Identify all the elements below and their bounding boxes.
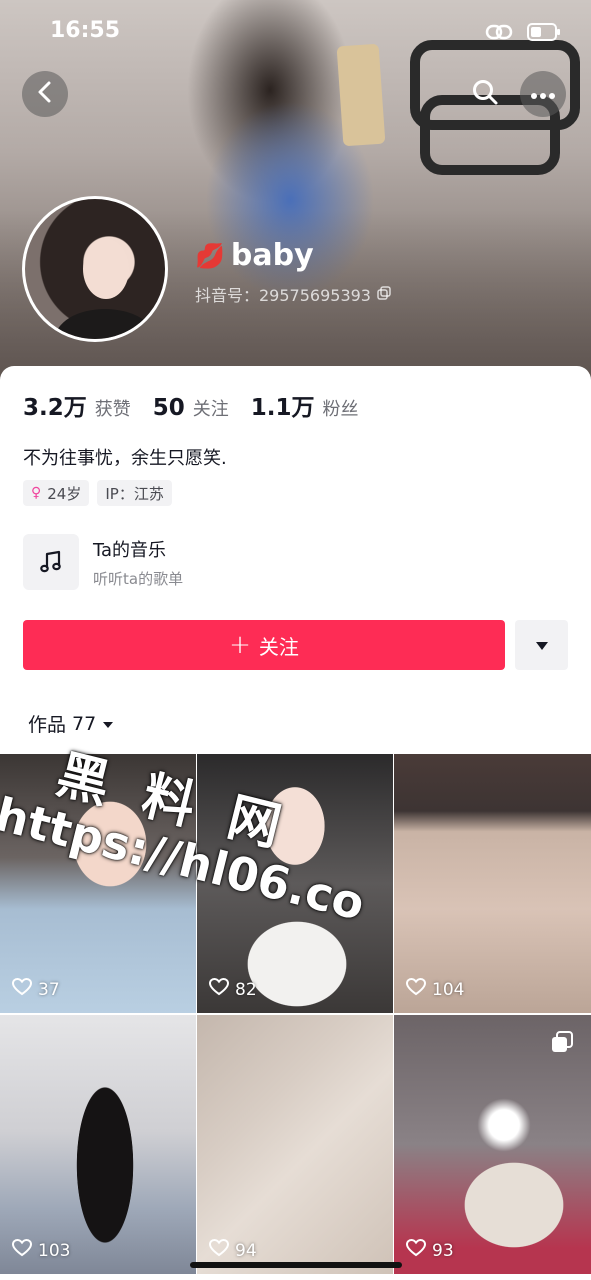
- tab-works-label: 作品: [28, 714, 67, 736]
- video-thumbnail[interactable]: 82: [197, 754, 393, 1013]
- douyin-id-text: 抖音号：29575695393: [195, 286, 371, 305]
- like-count-text: 94: [235, 1240, 257, 1261]
- caret-down-icon: [102, 714, 114, 733]
- heart-icon: [208, 977, 230, 1001]
- tags-row: ♀ 24岁 IP：江苏: [23, 480, 172, 506]
- status-time: 16:55: [50, 18, 121, 43]
- stat-label: 粉丝: [322, 399, 359, 420]
- music-note-icon: [23, 534, 79, 590]
- stat-value: 1.1万: [250, 395, 315, 421]
- battery-icon: [527, 22, 561, 42]
- stat-label: 关注: [192, 399, 229, 420]
- like-count: 104: [405, 977, 465, 1001]
- like-count-text: 103: [38, 1240, 71, 1261]
- more-icon: [530, 85, 556, 104]
- plus-icon: +: [229, 630, 251, 660]
- ip-text: IP：江苏: [105, 484, 164, 503]
- caret-down-icon: [535, 636, 549, 655]
- stat-label: 获赞: [94, 399, 131, 420]
- douyin-id[interactable]: 抖音号：29575695393: [195, 282, 391, 306]
- age-tag: ♀ 24岁: [23, 480, 90, 506]
- back-button[interactable]: [22, 71, 68, 117]
- like-count-text: 82: [235, 979, 257, 1000]
- avatar[interactable]: [22, 196, 168, 342]
- status-icons: [485, 22, 561, 42]
- ip-tag: IP：江苏: [97, 480, 172, 506]
- video-grid: 37 82 104 103 94 93: [0, 754, 591, 1274]
- like-count: 37: [11, 977, 60, 1001]
- search-button[interactable]: [462, 71, 508, 117]
- video-thumbnail[interactable]: 93: [394, 1015, 591, 1274]
- like-count: 103: [11, 1238, 71, 1262]
- age-text: 24岁: [47, 484, 82, 503]
- heart-icon: [11, 977, 33, 1001]
- like-count: 93: [405, 1238, 454, 1262]
- tab-works-count: 77: [72, 712, 97, 735]
- music-subtitle: 听听ta的歌单: [93, 569, 184, 588]
- heart-icon: [405, 977, 427, 1001]
- search-icon: [471, 78, 499, 110]
- follow-button[interactable]: + 关注: [23, 620, 505, 670]
- music-title: Ta的音乐: [93, 539, 167, 561]
- stat-following[interactable]: 50 关注: [153, 395, 229, 421]
- like-count: 82: [208, 977, 257, 1001]
- female-icon: ♀: [31, 485, 42, 501]
- back-icon: [35, 80, 55, 108]
- video-thumbnail[interactable]: 103: [0, 1015, 196, 1274]
- video-thumbnail[interactable]: 37: [0, 754, 196, 1013]
- heart-icon: [208, 1238, 230, 1262]
- video-thumbnail[interactable]: 104: [394, 754, 591, 1013]
- stats-row: 3.2万 获赞 50 关注 1.1万 粉丝: [23, 388, 359, 422]
- tab-works[interactable]: 作品 77: [28, 710, 114, 737]
- heart-icon: [405, 1238, 427, 1262]
- lips-icon: 💋: [195, 241, 225, 270]
- follow-label: 关注: [258, 634, 299, 659]
- stat-likes[interactable]: 3.2万 获赞: [23, 388, 131, 422]
- heart-icon: [11, 1238, 33, 1262]
- music-entry[interactable]: Ta的音乐 听听ta的歌单: [23, 534, 183, 590]
- bio-text: 不为往事忧，余生只愿笑.: [23, 448, 227, 469]
- copy-icon[interactable]: [377, 285, 391, 304]
- home-indicator[interactable]: [190, 1262, 402, 1268]
- more-button[interactable]: [520, 71, 566, 117]
- video-thumbnail[interactable]: 94: [197, 1015, 393, 1274]
- profile-panel: 3.2万 获赞 50 关注 1.1万 粉丝 不为往事忧，余生只愿笑. ♀ 24岁 IP…: [0, 366, 591, 1280]
- multi-image-icon: [551, 1031, 573, 1057]
- profile-name: baby: [230, 238, 314, 273]
- stat-followers[interactable]: 1.1万 粉丝: [251, 388, 359, 422]
- like-count-text: 37: [38, 979, 60, 1000]
- stat-value: 50: [152, 395, 185, 421]
- like-count-text: 104: [432, 979, 465, 1000]
- name-row: 💋 baby: [195, 238, 314, 273]
- like-count-text: 93: [432, 1240, 454, 1261]
- stat-value: 3.2万: [23, 395, 87, 421]
- more-actions-dropdown[interactable]: [515, 620, 568, 670]
- link-icon: [485, 22, 513, 42]
- like-count: 94: [208, 1238, 257, 1262]
